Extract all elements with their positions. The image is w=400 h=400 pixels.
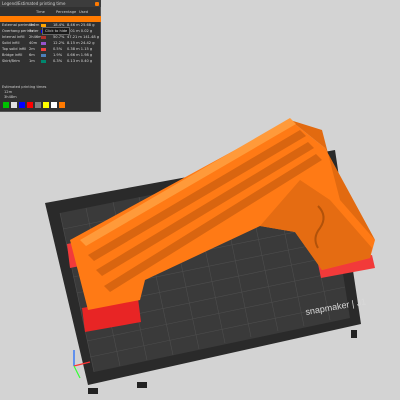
bed-clip (88, 388, 98, 394)
legend-title: Legend/Estimated printing time (2, 1, 66, 6)
row-label: Skirt/Brim (2, 59, 20, 63)
row-percentage: 0.3% (53, 59, 63, 63)
legend-icon[interactable] (19, 102, 25, 108)
column-percentage: Percentage (56, 10, 77, 14)
bed-clip (351, 330, 357, 338)
collapse-icon[interactable] (95, 1, 99, 6)
legend-icon[interactable] (43, 102, 49, 108)
legend-icon[interactable] (3, 102, 9, 108)
column-used: Used filament (79, 10, 94, 21)
row-used: 0.13 m 0.40 g (67, 59, 93, 63)
legend-icon[interactable] (27, 102, 33, 108)
footer-line: 12m (4, 90, 13, 94)
color-swatch (41, 59, 46, 63)
legend-icon[interactable] (51, 102, 57, 108)
footer-line: 3h48m (4, 95, 17, 99)
color-swatch (41, 47, 46, 51)
color-swatch (41, 53, 46, 57)
color-swatch (41, 41, 46, 45)
legend-panel: Legend/Estimated printing time Time Perc… (0, 0, 101, 112)
column-time: Time (36, 10, 45, 14)
legend-icon[interactable] (35, 102, 41, 108)
legend-icon[interactable] (59, 102, 65, 108)
footer-title: Estimated printing times (2, 85, 47, 89)
legend-header[interactable]: Legend/Estimated printing time (0, 0, 101, 7)
bed-clip (137, 382, 147, 388)
color-swatch (41, 35, 46, 39)
color-swatch (41, 17, 46, 21)
legend-row[interactable]: Skirt/Brim 1m 0.3% 0.13 m 0.40 g (0, 58, 101, 64)
tooltip: Click to hide (42, 27, 71, 35)
legend-icon[interactable] (11, 102, 17, 108)
row-time: 1m (29, 59, 35, 63)
